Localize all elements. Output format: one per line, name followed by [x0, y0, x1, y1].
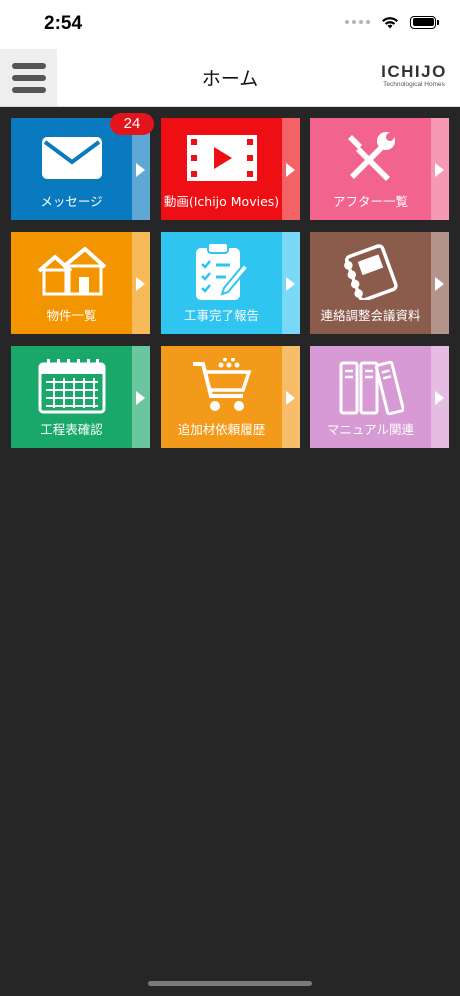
binders-icon — [310, 356, 431, 416]
notebook-icon — [310, 242, 431, 302]
tile-label: アフター一覧 — [332, 194, 408, 209]
chevron-right-icon — [286, 277, 295, 291]
mail-icon — [11, 128, 132, 188]
tile-label: 連絡調整会議資料 — [320, 308, 421, 323]
clipboard-icon — [161, 242, 282, 302]
ichijo-logo: ICHIJO Technological Homes — [378, 63, 450, 89]
tile-label: 工事完了報告 — [183, 308, 259, 323]
tile-messages[interactable]: メッセージ 24 — [11, 113, 154, 220]
tile-property-list[interactable]: 物件一覧 — [11, 232, 150, 334]
battery-icon — [410, 15, 439, 29]
chevron-right-icon — [286, 391, 295, 405]
logo-main-text: ICHIJO — [381, 62, 447, 81]
tile-construction-completion-report[interactable]: 工事完了報告 — [161, 232, 300, 334]
cart-icon — [161, 356, 282, 416]
tile-videos[interactable]: 動画(Ichijo Movies) — [161, 118, 300, 220]
cellular-signal-icon — [345, 20, 370, 24]
tile-manuals[interactable]: マニュアル関連 — [310, 346, 449, 448]
chevron-right-icon — [435, 277, 444, 291]
wifi-icon — [382, 17, 398, 29]
chevron-right-icon — [136, 391, 145, 405]
chevron-right-icon — [435, 391, 444, 405]
status-bar: 2:54 — [0, 0, 460, 49]
tile-label: 動画(Ichijo Movies) — [163, 194, 280, 209]
tile-additional-material-request-history[interactable]: 追加材依頼履歴 — [161, 346, 300, 448]
video-icon — [161, 128, 282, 188]
tile-label: メッセージ — [40, 194, 103, 209]
logo-sub-text: Technological Homes — [383, 81, 445, 88]
tile-label: マニュアル関連 — [326, 422, 415, 437]
tile-label: 工程表確認 — [40, 422, 103, 437]
chevron-right-icon — [136, 277, 145, 291]
home-indicator[interactable] — [148, 981, 312, 986]
tile-coordination-meeting-materials[interactable]: 連絡調整会議資料 — [310, 232, 449, 334]
status-time: 2:54 — [44, 13, 83, 34]
tools-icon — [310, 128, 431, 188]
chevron-right-icon — [286, 163, 295, 177]
status-indicators — [345, 14, 439, 30]
app-header: ホーム ICHIJO Technological Homes — [0, 49, 460, 107]
calendar-icon — [11, 356, 132, 416]
chevron-right-icon — [136, 163, 145, 177]
tile-schedule-check[interactable]: 工程表確認 — [11, 346, 150, 448]
houses-icon — [11, 242, 132, 302]
tile-label: 追加材依頼履歴 — [177, 422, 266, 437]
tile-after-service-list[interactable]: アフター一覧 — [310, 118, 449, 220]
unread-count-badge: 24 — [110, 113, 154, 135]
tile-label: 物件一覧 — [46, 308, 97, 323]
chevron-right-icon — [435, 163, 444, 177]
